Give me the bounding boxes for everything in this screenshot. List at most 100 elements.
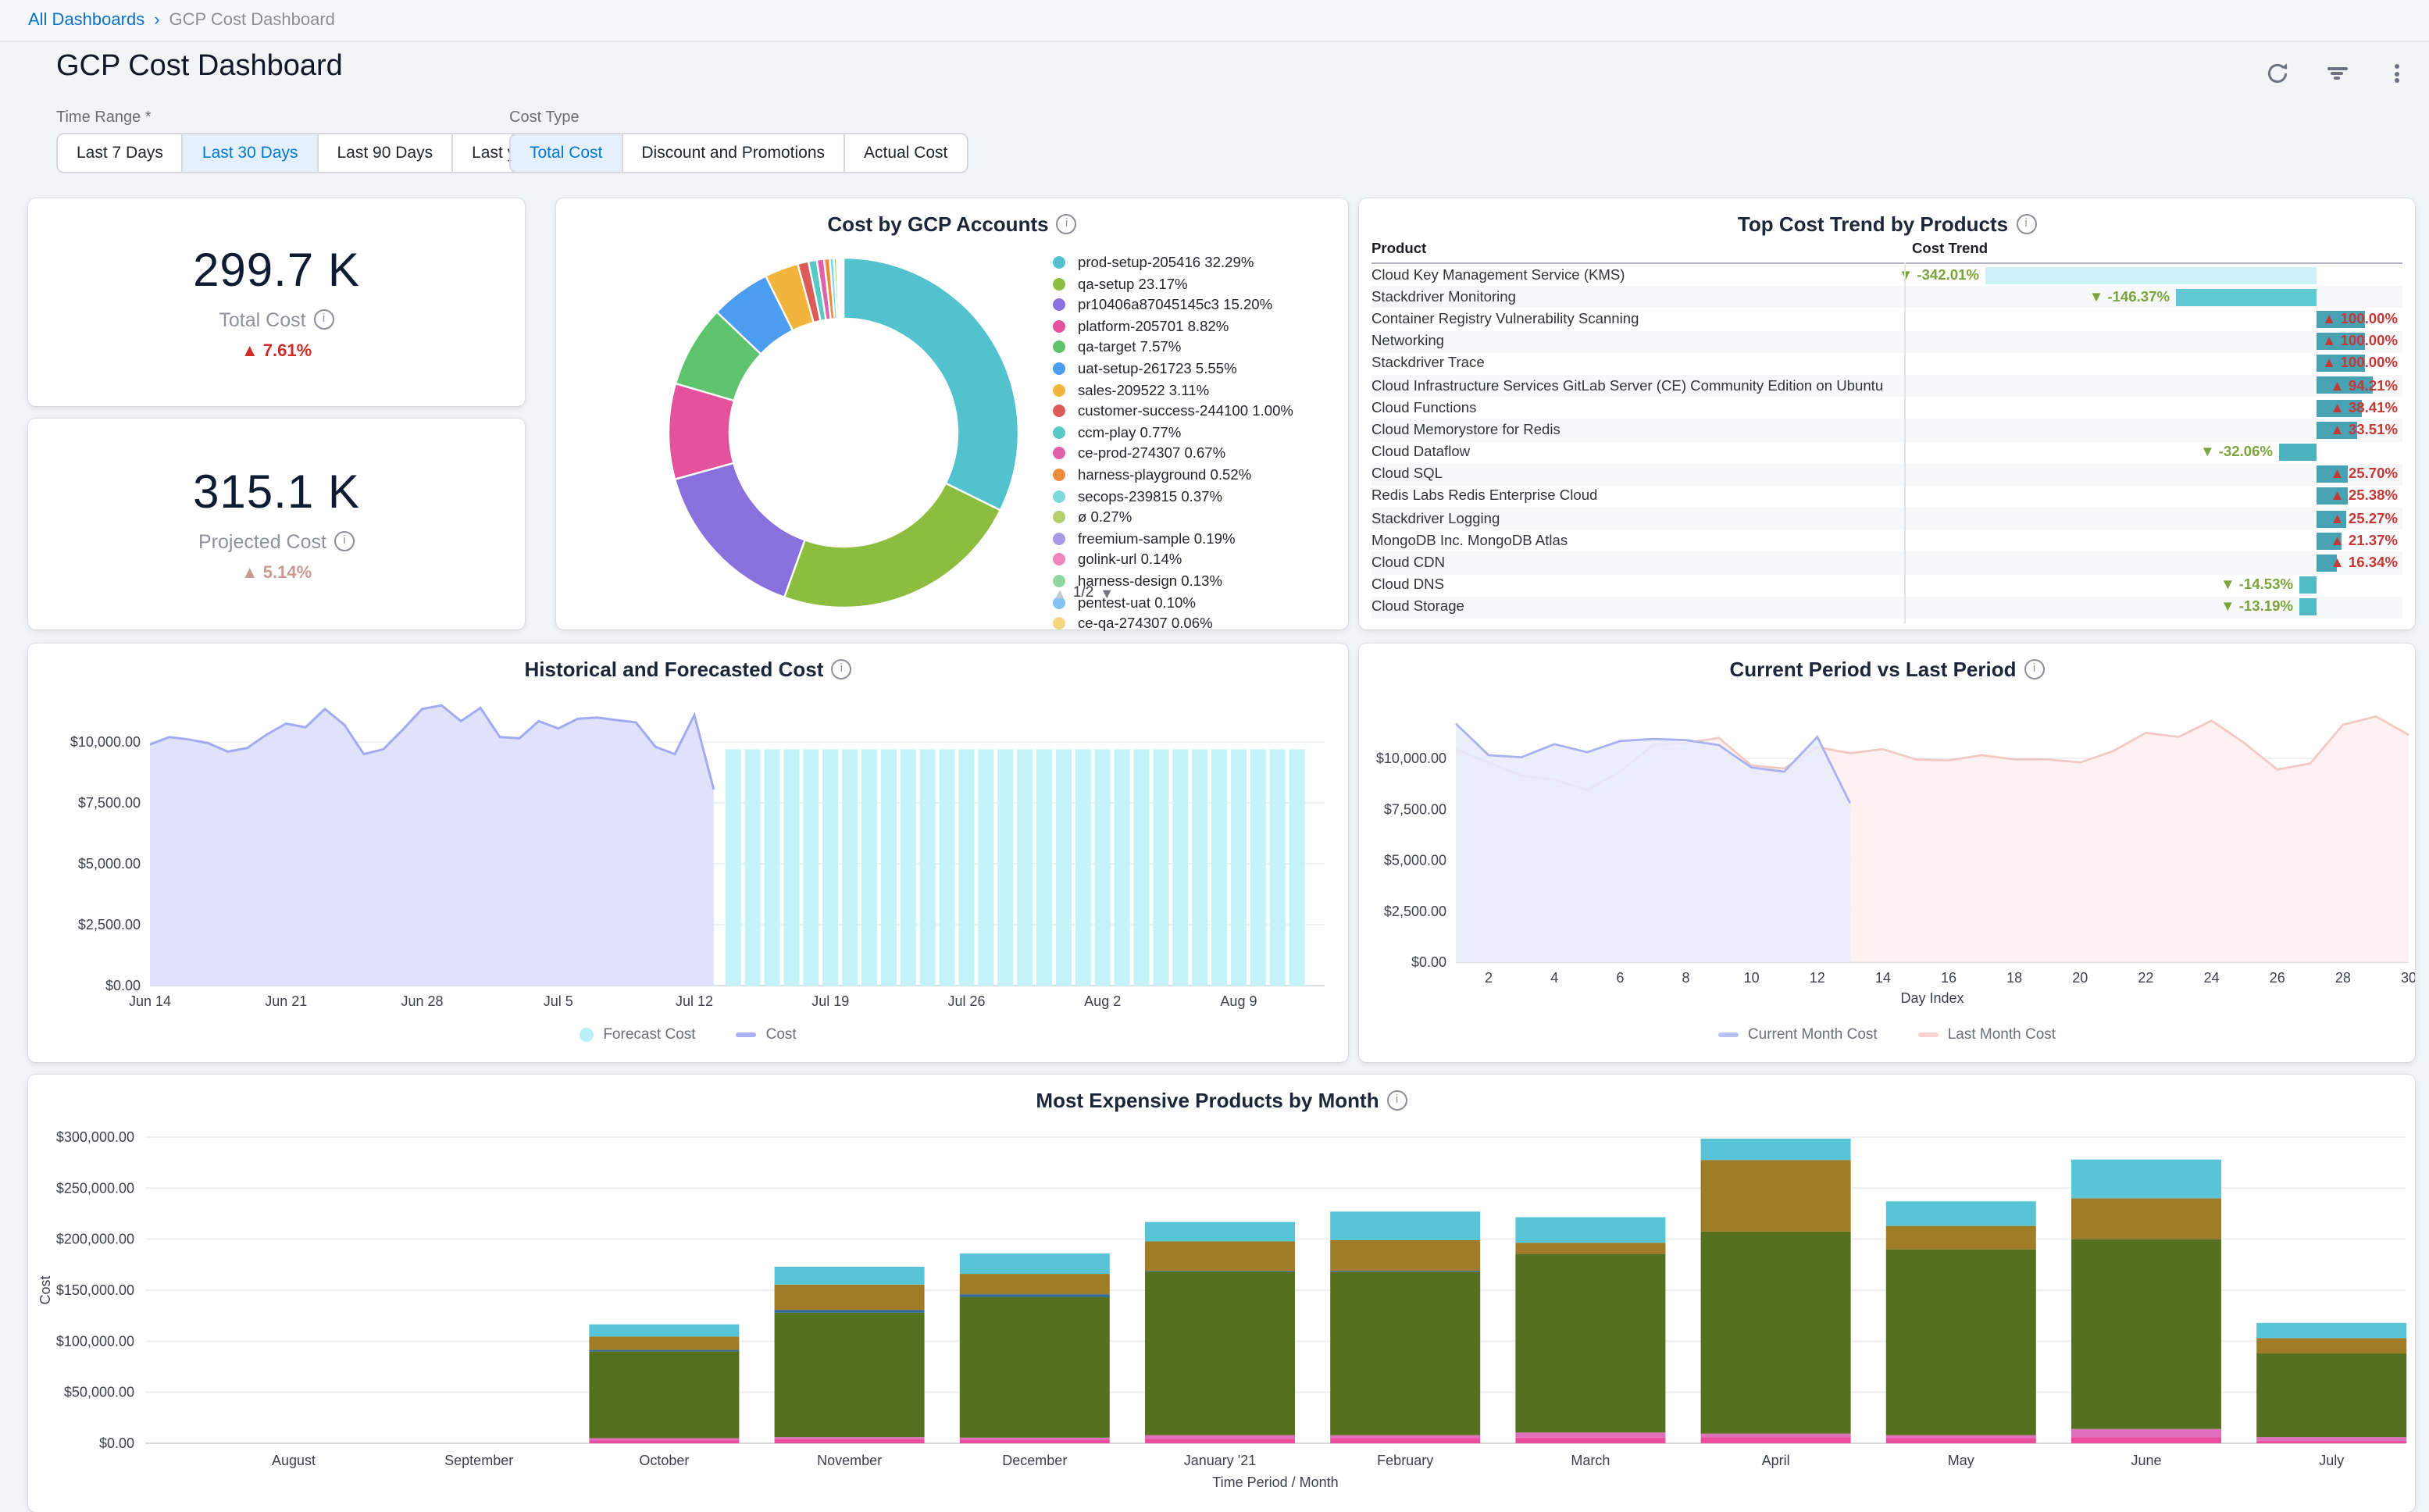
bar-june-segment-orchid[interactable] bbox=[2071, 1429, 2221, 1437]
bar-november-segment-olive-green[interactable] bbox=[775, 1313, 925, 1437]
donut-slice-pr10406a87045145c3[interactable] bbox=[675, 463, 804, 597]
table-row-cloud-sql[interactable]: Cloud SQL▲ 25.70% bbox=[1371, 463, 2402, 485]
legend-item-golink-url[interactable]: golink-url 0.14% bbox=[1053, 552, 1337, 569]
time-range-option-last-90-days[interactable]: Last 90 Days bbox=[317, 133, 454, 173]
bar-october-segment-dark-blue[interactable] bbox=[589, 1350, 739, 1351]
period-chart-canvas[interactable]: $0.00$2,500.00$5,000.00$7,500.00$10,000.… bbox=[1359, 644, 2415, 1062]
table-row-cloud-storage[interactable]: Cloud Storage▼ -13.19% bbox=[1371, 597, 2402, 619]
bar-october-segment-golden-brown[interactable] bbox=[589, 1336, 739, 1350]
legend-item-current-month-cost[interactable]: Current Month Cost bbox=[1718, 1026, 1878, 1043]
bar-april-segment-orchid[interactable] bbox=[1701, 1434, 1851, 1438]
bar-october-segment-deep-pink[interactable] bbox=[589, 1440, 739, 1443]
bar-may-segment-cyan[interactable] bbox=[1886, 1201, 2036, 1225]
bar-april-segment-cyan[interactable] bbox=[1701, 1139, 1851, 1160]
donut-slice-ce-qa-274307[interactable] bbox=[843, 258, 844, 319]
bar-december-segment-dark-blue[interactable] bbox=[960, 1294, 1110, 1296]
table-row-cloud-functions[interactable]: Cloud Functions▲ 38.41% bbox=[1371, 397, 2402, 419]
legend-item-pr10406a87045145c3[interactable]: pr10406a87045145c3 15.20% bbox=[1053, 297, 1337, 313]
filter-icon[interactable] bbox=[2323, 59, 2351, 87]
bar-january-21-segment-cyan[interactable] bbox=[1145, 1222, 1295, 1242]
bar-june-segment-deep-pink[interactable] bbox=[2071, 1437, 2221, 1443]
bar-november-segment-deep-pink[interactable] bbox=[775, 1439, 925, 1443]
more-options-icon[interactable] bbox=[2382, 59, 2410, 87]
table-row-cloud-dataflow[interactable]: Cloud Dataflow▼ -32.06% bbox=[1371, 441, 2402, 463]
legend-item-platform-205701[interactable]: platform-205701 8.82% bbox=[1053, 319, 1337, 335]
bar-may-segment-olive-green[interactable] bbox=[1886, 1250, 2036, 1435]
legend-item-qa-setup[interactable]: qa-setup 23.17% bbox=[1053, 276, 1337, 292]
table-row-mongodb-inc-mongodb-atlas[interactable]: MongoDB Inc. MongoDB Atlas▲ 21.37% bbox=[1371, 530, 2402, 552]
bar-may-segment-orchid[interactable] bbox=[1886, 1435, 2036, 1439]
stacked-bar-chart-canvas[interactable]: $0.00$50,000.00$100,000.00$150,000.00$20… bbox=[28, 1075, 2415, 1512]
legend-item-forecast-cost[interactable]: Forecast Cost bbox=[580, 1026, 695, 1043]
bar-january-21-segment-orchid[interactable] bbox=[1145, 1435, 1295, 1439]
bar-march-segment-orchid[interactable] bbox=[1515, 1432, 1665, 1438]
cost-type-option-discount-and-promotions[interactable]: Discount and Promotions bbox=[621, 133, 845, 173]
legend-item-[interactable]: ø 0.27% bbox=[1053, 509, 1337, 526]
table-row-networking[interactable]: Networking▲ 100.00% bbox=[1371, 330, 2402, 352]
column-header-cost-trend[interactable]: Cost Trend bbox=[1912, 241, 1988, 256]
bar-january-21-segment-olive-green[interactable] bbox=[1145, 1271, 1295, 1435]
bar-january-21-segment-deep-pink[interactable] bbox=[1145, 1439, 1295, 1443]
bar-october-segment-cyan[interactable] bbox=[589, 1325, 739, 1337]
bar-october-segment-orchid[interactable] bbox=[589, 1438, 739, 1440]
legend-item-secops-239815[interactable]: secops-239815 0.37% bbox=[1053, 488, 1337, 505]
bar-march-segment-golden-brown[interactable] bbox=[1515, 1243, 1665, 1253]
bar-march-segment-deep-pink[interactable] bbox=[1515, 1438, 1665, 1443]
bar-december-segment-orchid[interactable] bbox=[960, 1438, 1110, 1440]
bar-april-segment-deep-pink[interactable] bbox=[1701, 1437, 1851, 1443]
legend-item-uat-setup-261723[interactable]: uat-setup-261723 5.55% bbox=[1053, 361, 1337, 377]
bar-october-segment-olive-green[interactable] bbox=[589, 1351, 739, 1438]
legend-item-ccm-play[interactable]: ccm-play 0.77% bbox=[1053, 425, 1337, 441]
bar-march-segment-cyan[interactable] bbox=[1515, 1218, 1665, 1243]
legend-item-qa-target[interactable]: qa-target 7.57% bbox=[1053, 340, 1337, 356]
time-range-option-last-7-days[interactable]: Last 7 Days bbox=[56, 133, 184, 173]
legend-item-sales-209522[interactable]: sales-209522 3.11% bbox=[1053, 382, 1337, 398]
bar-november-segment-orchid[interactable] bbox=[775, 1437, 925, 1439]
bar-february-segment-cyan[interactable] bbox=[1330, 1211, 1480, 1240]
info-icon[interactable] bbox=[314, 309, 334, 330]
table-row-cloud-infrastructure-services-gitlab-ser[interactable]: Cloud Infrastructure Services GitLab Ser… bbox=[1371, 375, 2402, 397]
bar-november-segment-golden-brown[interactable] bbox=[775, 1285, 925, 1311]
bar-february-segment-orchid[interactable] bbox=[1330, 1435, 1480, 1439]
bar-november-segment-cyan[interactable] bbox=[775, 1267, 925, 1285]
table-row-stackdriver-trace[interactable]: Stackdriver Trace▲ 100.00% bbox=[1371, 353, 2402, 375]
donut-slice-prod-setup-205416[interactable] bbox=[844, 258, 1018, 510]
legend-item-freemium-sample[interactable]: freemium-sample 0.19% bbox=[1053, 530, 1337, 547]
bar-december-segment-golden-brown[interactable] bbox=[960, 1274, 1110, 1294]
table-row-cloud-cdn[interactable]: Cloud CDN▲ 16.34% bbox=[1371, 552, 2402, 574]
legend-item-prod-setup-205416[interactable]: prod-setup-205416 32.29% bbox=[1053, 255, 1337, 271]
table-row-cloud-memorystore-for-redis[interactable]: Cloud Memorystore for Redis▲ 33.51% bbox=[1371, 419, 2402, 441]
bar-june-segment-golden-brown[interactable] bbox=[2071, 1198, 2221, 1239]
table-row-redis-labs-redis-enterprise-cloud[interactable]: Redis Labs Redis Enterprise Cloud▲ 25.38… bbox=[1371, 486, 2402, 508]
legend-item-cost[interactable]: Cost bbox=[737, 1026, 797, 1043]
bar-may-segment-deep-pink[interactable] bbox=[1886, 1438, 2036, 1443]
legend-page-down-icon[interactable]: ▼ bbox=[1100, 585, 1114, 601]
info-icon[interactable] bbox=[2016, 214, 2036, 234]
legend-item-ce-prod-274307[interactable]: ce-prod-274307 0.67% bbox=[1053, 446, 1337, 462]
breadcrumb-all-dashboards-link[interactable]: All Dashboards bbox=[28, 11, 144, 30]
column-header-product[interactable]: Product bbox=[1371, 241, 1426, 256]
bar-january-21-segment-golden-brown[interactable] bbox=[1145, 1242, 1295, 1271]
legend-item-customer-success-244100[interactable]: customer-success-244100 1.00% bbox=[1053, 403, 1337, 419]
cost-type-option-actual-cost[interactable]: Actual Cost bbox=[844, 133, 968, 173]
bar-july-segment-orchid[interactable] bbox=[2256, 1437, 2406, 1441]
bar-july-segment-olive-green[interactable] bbox=[2256, 1353, 2406, 1437]
bar-july-segment-deep-pink[interactable] bbox=[2256, 1441, 2406, 1443]
bar-december-segment-cyan[interactable] bbox=[960, 1253, 1110, 1274]
bar-june-segment-olive-green[interactable] bbox=[2071, 1239, 2221, 1429]
bar-november-segment-dark-blue[interactable] bbox=[775, 1310, 925, 1312]
bar-may-segment-golden-brown[interactable] bbox=[1886, 1226, 2036, 1250]
legend-item-harness-playground[interactable]: harness-playground 0.52% bbox=[1053, 467, 1337, 483]
bar-february-segment-deep-pink[interactable] bbox=[1330, 1438, 1480, 1443]
legend-item-ce-qa-274307[interactable]: ce-qa-274307 0.06% bbox=[1053, 615, 1337, 632]
table-row-cloud-dns[interactable]: Cloud DNS▼ -14.53% bbox=[1371, 574, 2402, 596]
bar-april-segment-olive-green[interactable] bbox=[1701, 1232, 1851, 1434]
bar-february-segment-golden-brown[interactable] bbox=[1330, 1240, 1480, 1271]
refresh-icon[interactable] bbox=[2263, 59, 2292, 87]
info-icon[interactable] bbox=[334, 531, 355, 551]
bar-july-segment-golden-brown[interactable] bbox=[2256, 1338, 2406, 1353]
legend-page-up-icon[interactable]: ▲ bbox=[1053, 585, 1067, 601]
time-range-option-last-30-days[interactable]: Last 30 Days bbox=[182, 133, 319, 173]
legend-item-last-month-cost[interactable]: Last Month Cost bbox=[1918, 1026, 2056, 1043]
bar-march-segment-olive-green[interactable] bbox=[1515, 1254, 1665, 1433]
